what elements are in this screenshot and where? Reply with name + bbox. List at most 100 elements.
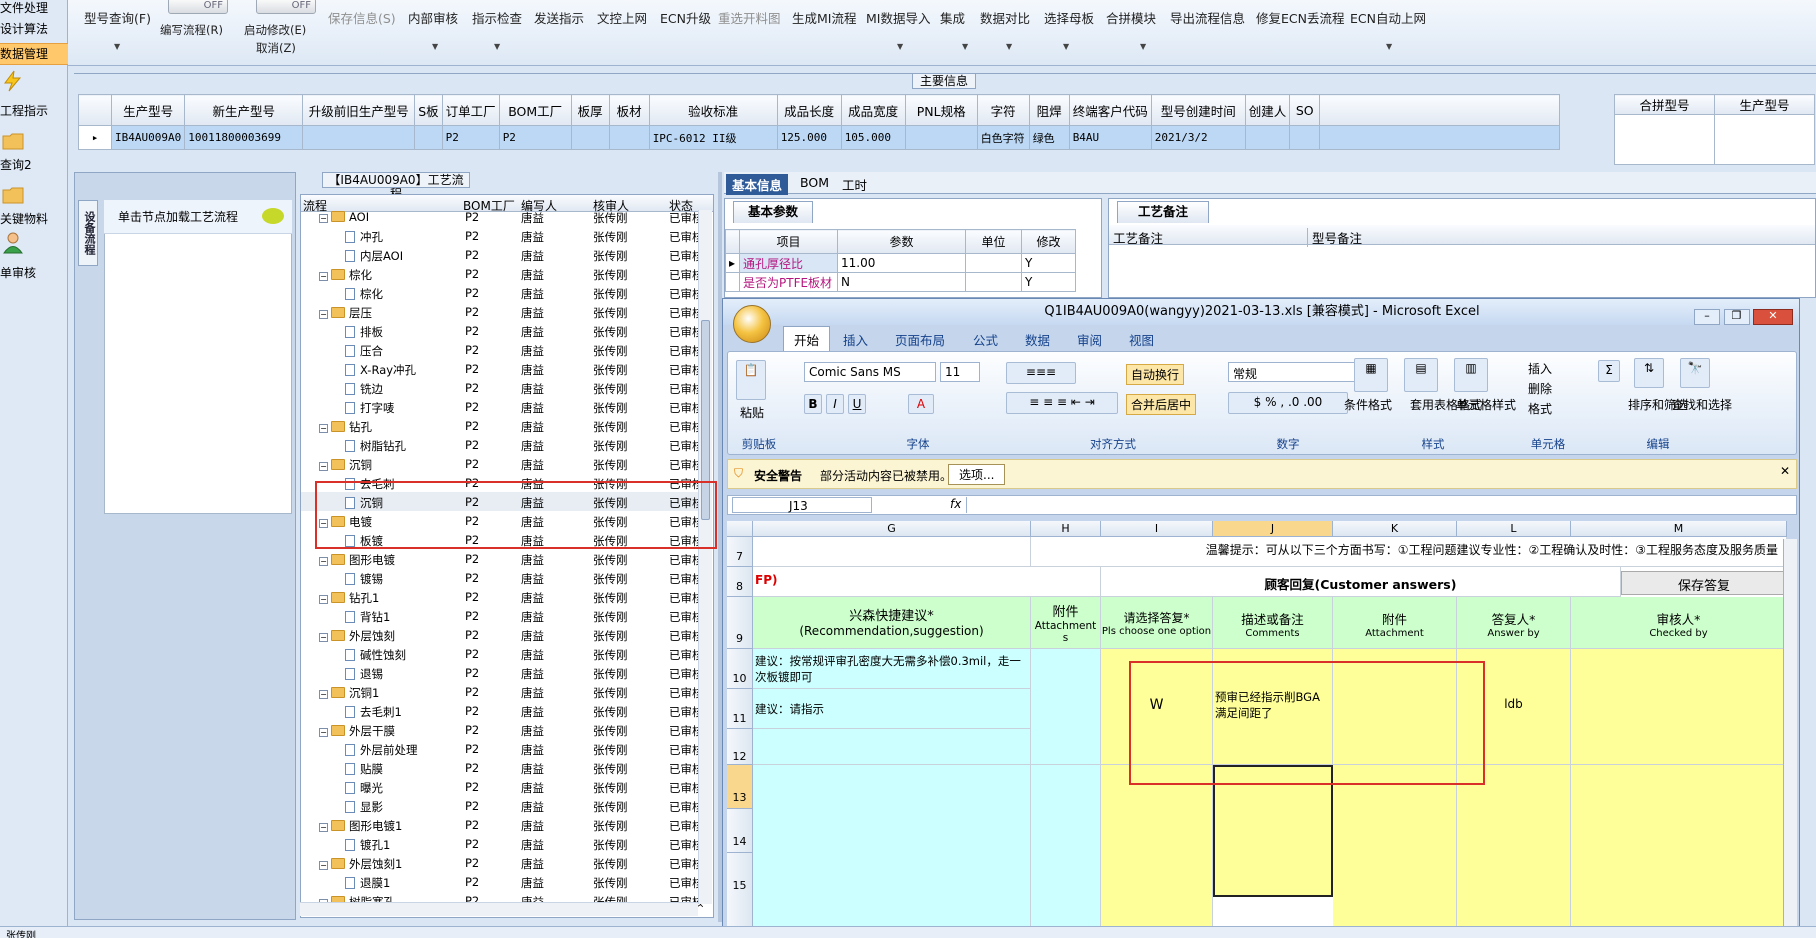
tree-row[interactable]: − 沉铜1 P2 唐益 张传刚 已审核 <box>301 682 704 701</box>
tab-data[interactable]: 数据 <box>1025 330 1050 349</box>
tree-node[interactable]: 显影 <box>345 799 383 815</box>
tree-row[interactable]: 打字唛 P2 唐益 张传刚 已审核 <box>301 397 704 416</box>
col-header-h[interactable]: H <box>1031 521 1101 537</box>
param-item[interactable]: 通孔厚径比 <box>739 253 838 273</box>
chevron-down-icon[interactable]: ▼ <box>962 42 968 51</box>
write-flow-toggle[interactable]: OFF <box>168 0 228 14</box>
main-info-data-row[interactable]: ▸ IB4AU009A0 10011800003699 P2 P2 IPC-6012 II… <box>78 125 1561 150</box>
row-header-8[interactable]: 8 <box>727 567 753 597</box>
table-format-icon[interactable]: ▤ <box>1404 358 1438 392</box>
toolbar-button[interactable]: ECN自动上网 <box>1350 8 1426 27</box>
sort-icon[interactable]: ⇅ <box>1634 358 1664 388</box>
tree-node[interactable]: 镀锡 <box>345 571 383 587</box>
toolbar-button[interactable]: ECN升级 <box>660 8 711 27</box>
col-header-i[interactable]: I <box>1101 521 1213 537</box>
chevron-down-icon[interactable]: ▼ <box>494 42 500 51</box>
tab-view[interactable]: 视图 <box>1129 330 1154 349</box>
collapse-icon[interactable]: − <box>319 310 328 319</box>
main-info-cell[interactable]: IPC-6012 II级 <box>648 125 778 150</box>
tree-node[interactable]: − 沉铜1 <box>319 685 379 701</box>
main-info-cell[interactable] <box>608 125 650 150</box>
align-top-icon[interactable]: ≡≡≡ <box>1006 362 1076 384</box>
cell-i9[interactable]: 请选择答复* Pls choose one option <box>1101 597 1213 649</box>
toolbar-button[interactable]: 内部审核 <box>408 8 458 27</box>
main-info-cell[interactable]: P2 <box>441 125 500 150</box>
tree-row[interactable]: − 图形电镀1 P2 唐益 张传刚 已审核 <box>301 815 704 834</box>
col-header[interactable]: S板 <box>414 94 443 126</box>
tree-node[interactable]: 镀孔1 <box>345 837 390 853</box>
param-value[interactable]: N <box>837 272 966 292</box>
security-options-button[interactable]: 选项... <box>948 464 1006 485</box>
tree-row[interactable]: − 外层干膜 P2 唐益 张传刚 已审核 <box>301 720 704 739</box>
param-unit[interactable] <box>965 272 1022 292</box>
tree-row[interactable]: X-Ray冲孔 P2 唐益 张传刚 已审核 <box>301 359 704 378</box>
cell-m9[interactable]: 审核人* Checked by <box>1571 597 1787 649</box>
row-header-13[interactable]: 13 <box>727 765 753 809</box>
tree-node[interactable]: 内层AOI <box>345 248 403 264</box>
main-info-cell[interactable]: 白色字符 <box>976 125 1030 150</box>
row-header-10[interactable]: 10 <box>727 649 753 689</box>
bold-icon[interactable]: B <box>804 394 822 414</box>
tree-node[interactable]: 打字唛 <box>345 400 395 416</box>
cell-l13[interactable] <box>1457 765 1571 937</box>
col-header[interactable]: 验收标准 <box>648 94 778 126</box>
collapse-icon[interactable]: − <box>319 728 328 737</box>
align-horizontal-icon[interactable]: ≡ ≡ ≡ ⇤ ⇥ <box>1006 392 1118 414</box>
basic-params-tab[interactable]: 基本参数 <box>733 201 813 223</box>
paste-label[interactable]: 粘贴 <box>740 404 764 421</box>
chevron-down-icon[interactable]: ▼ <box>1063 42 1069 51</box>
cell-g7[interactable] <box>753 537 1031 567</box>
italic-icon[interactable]: I <box>826 394 844 414</box>
main-info-cell[interactable]: B4AU <box>1068 125 1152 150</box>
tab-page-layout[interactable]: 页面布局 <box>895 330 945 349</box>
col-header[interactable]: 新生产型号 <box>184 94 304 126</box>
name-box[interactable]: J13 <box>732 497 872 513</box>
row-header-9[interactable]: 9 <box>727 597 753 649</box>
number-format-select[interactable]: 常规 <box>1228 362 1358 382</box>
percent-icon[interactable]: $ % , .0 .00 <box>1228 392 1348 414</box>
tree-node[interactable]: X-Ray冲孔 <box>345 362 416 378</box>
toolbar-button[interactable]: 重选开料图 <box>718 8 781 27</box>
cell-h13[interactable] <box>1031 765 1101 937</box>
process-notes-tab[interactable]: 工艺备注 <box>1117 201 1209 223</box>
tree-node[interactable]: − 沉铜 <box>319 457 372 473</box>
col-header[interactable]: SO <box>1289 94 1321 126</box>
row-header-14[interactable]: 14 <box>727 809 753 853</box>
sum-icon[interactable]: Σ <box>1598 360 1620 382</box>
tab-insert[interactable]: 插入 <box>843 330 868 349</box>
tab-review[interactable]: 审阅 <box>1077 330 1102 349</box>
tree-node[interactable]: 排板 <box>345 324 383 340</box>
model-query-button[interactable]: 型号查询(F) <box>84 8 151 27</box>
cell-customer-answers[interactable]: 顾客回复(Customer answers) <box>1101 567 1621 597</box>
insert-cells-button[interactable]: 插入 <box>1528 360 1552 377</box>
fx-icon[interactable]: fx <box>950 497 961 511</box>
col-header[interactable]: 工艺备注 <box>1113 228 1163 247</box>
main-info-cell[interactable]: IB4AU009A0 <box>110 125 186 150</box>
col-header[interactable]: 字符 <box>976 94 1030 126</box>
toolbar-button[interactable]: 文控上网 <box>597 8 647 27</box>
col-header[interactable]: 升级前旧生产型号 <box>302 94 416 126</box>
nav-item-file[interactable]: 文件处理 <box>0 0 68 20</box>
tree-row[interactable]: − 外层蚀刻 P2 唐益 张传刚 已审核 <box>301 625 704 644</box>
tree-node[interactable]: − 棕化 <box>319 267 372 283</box>
main-info-cell[interactable] <box>1244 125 1291 150</box>
cell-g10[interactable]: 建议：按常规评审孔密度大无需多补偿0.3mil，走一次板镀即可 <box>753 649 1031 689</box>
col-header[interactable]: 项目 <box>739 229 838 254</box>
cell-j9[interactable]: 描述或备注 Comments <box>1213 597 1333 649</box>
cell-k9[interactable]: 附件 Attachment <box>1333 597 1457 649</box>
param-mod[interactable]: Y <box>1021 253 1076 273</box>
tree-node[interactable]: 曝光 <box>345 780 383 796</box>
close-icon[interactable]: ✕ <box>1753 309 1793 325</box>
tree-node[interactable]: 树脂钻孔 <box>345 438 406 454</box>
save-answer-button[interactable]: 保存答复 <box>1621 571 1787 595</box>
chevron-down-icon[interactable]: ▼ <box>897 42 903 51</box>
col-header-k[interactable]: K <box>1333 521 1457 537</box>
tree-row[interactable]: 背钻1 P2 唐益 张传刚 已审核 <box>301 606 704 625</box>
tree-node[interactable]: − 钻孔1 <box>319 590 379 606</box>
main-info-cell[interactable]: 2021/3/2 <box>1150 125 1246 150</box>
cell-h10[interactable] <box>1031 649 1101 765</box>
col-header-l[interactable]: L <box>1457 521 1571 537</box>
tree-node[interactable]: − 外层蚀刻1 <box>319 856 402 872</box>
row-header-12[interactable]: 12 <box>727 729 753 765</box>
cell-h9[interactable]: 附件 Attachment s <box>1031 597 1101 649</box>
